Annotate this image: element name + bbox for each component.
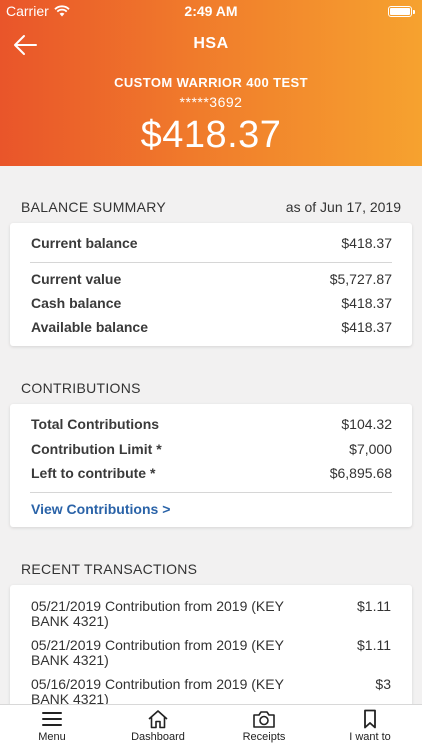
balance-row: Cash balance $418.37 (31, 295, 392, 311)
transactions-title: RECENT TRANSACTIONS (21, 561, 198, 577)
transaction-description: 05/21/2019 Contribution from 2019 (KEY B… (31, 637, 284, 668)
balance-as-of: as of Jun 17, 2019 (285, 199, 401, 215)
balance-summary-heading: BALANCE SUMMARY as of Jun 17, 2019 (21, 199, 401, 215)
account-name: CUSTOM WARRIOR 400 TEST (114, 75, 308, 90)
account-header: Carrier 2:49 AM HSA CUSTOM WARRIOR 400 T… (0, 0, 422, 166)
account-number: *****3692 (179, 94, 243, 110)
contribution-row-value: $104.32 (341, 416, 392, 432)
contributions-title: CONTRIBUTIONS (21, 380, 141, 396)
balance-summary-card: Current balance $418.37 Current value $5… (10, 223, 412, 346)
battery-icon (388, 6, 415, 17)
contributions-heading: CONTRIBUTIONS (21, 380, 401, 396)
tab-i-want-to[interactable]: I want to (320, 709, 420, 743)
balance-row-value: $418.37 (341, 295, 392, 311)
tab-label: Menu (38, 731, 66, 743)
transaction-amount: $1.11 (357, 598, 391, 614)
balance-summary-title: BALANCE SUMMARY (21, 199, 167, 215)
tab-label: Receipts (242, 731, 286, 743)
contribution-row: Total Contributions $104.32 (31, 416, 392, 432)
divider (30, 262, 392, 263)
balance-row-value: $418.37 (341, 235, 392, 251)
account-balance: $418.37 (140, 114, 282, 156)
page-title: HSA (193, 35, 229, 52)
tab-label: Dashboard (131, 731, 185, 743)
camera-icon (253, 711, 275, 728)
contribution-row-value: $7,000 (349, 441, 392, 457)
balance-row-label: Available balance (31, 319, 148, 335)
bookmark-icon (364, 709, 376, 729)
contribution-row: Contribution Limit * $7,000 (31, 441, 392, 457)
tab-receipts[interactable]: Receipts (214, 709, 314, 743)
contribution-row-label: Contribution Limit * (31, 441, 162, 457)
divider (30, 492, 392, 493)
transaction-item[interactable]: 05/21/2019 Contribution from 2019 (KEY B… (31, 638, 391, 668)
tab-dashboard[interactable]: Dashboard (108, 709, 208, 743)
status-bar: Carrier 2:49 AM (0, 0, 422, 22)
contribution-row-value: $6,895.68 (329, 465, 392, 481)
transaction-item[interactable]: 05/16/2019 Contribution from 2019 (KEY B… (31, 677, 391, 707)
transaction-item[interactable]: 05/21/2019 Contribution from 2019 (KEY B… (31, 599, 391, 629)
balance-row: Current value $5,727.87 (31, 271, 392, 287)
contribution-row: Left to contribute * $6,895.68 (31, 465, 392, 481)
tab-label: I want to (349, 731, 391, 743)
house-icon (148, 710, 168, 729)
balance-row: Current balance $418.37 (31, 235, 392, 251)
balance-row-label: Current value (31, 271, 122, 287)
balance-row-value: $418.37 (341, 319, 392, 335)
balance-row-value: $5,727.87 (329, 271, 392, 287)
contribution-row-label: Total Contributions (31, 416, 160, 432)
balance-row: Available balance $418.37 (31, 319, 392, 335)
contribution-row-label: Left to contribute * (31, 465, 156, 481)
transactions-heading: RECENT TRANSACTIONS (21, 561, 401, 577)
hamburger-icon (42, 712, 62, 726)
status-time: 2:49 AM (184, 3, 238, 19)
transaction-amount: $3 (375, 676, 391, 692)
transaction-description: 05/16/2019 Contribution from 2019 (KEY B… (31, 676, 284, 707)
balance-row-label: Cash balance (31, 295, 122, 311)
tab-menu[interactable]: Menu (2, 709, 102, 743)
tab-bar: Menu Dashboard Receipts I want to (0, 704, 422, 750)
view-contributions-link[interactable]: View Contributions > (31, 501, 170, 517)
balance-row-label: Current balance (31, 235, 138, 251)
transaction-amount: $1.11 (357, 637, 391, 653)
transaction-description: 05/21/2019 Contribution from 2019 (KEY B… (31, 598, 284, 629)
